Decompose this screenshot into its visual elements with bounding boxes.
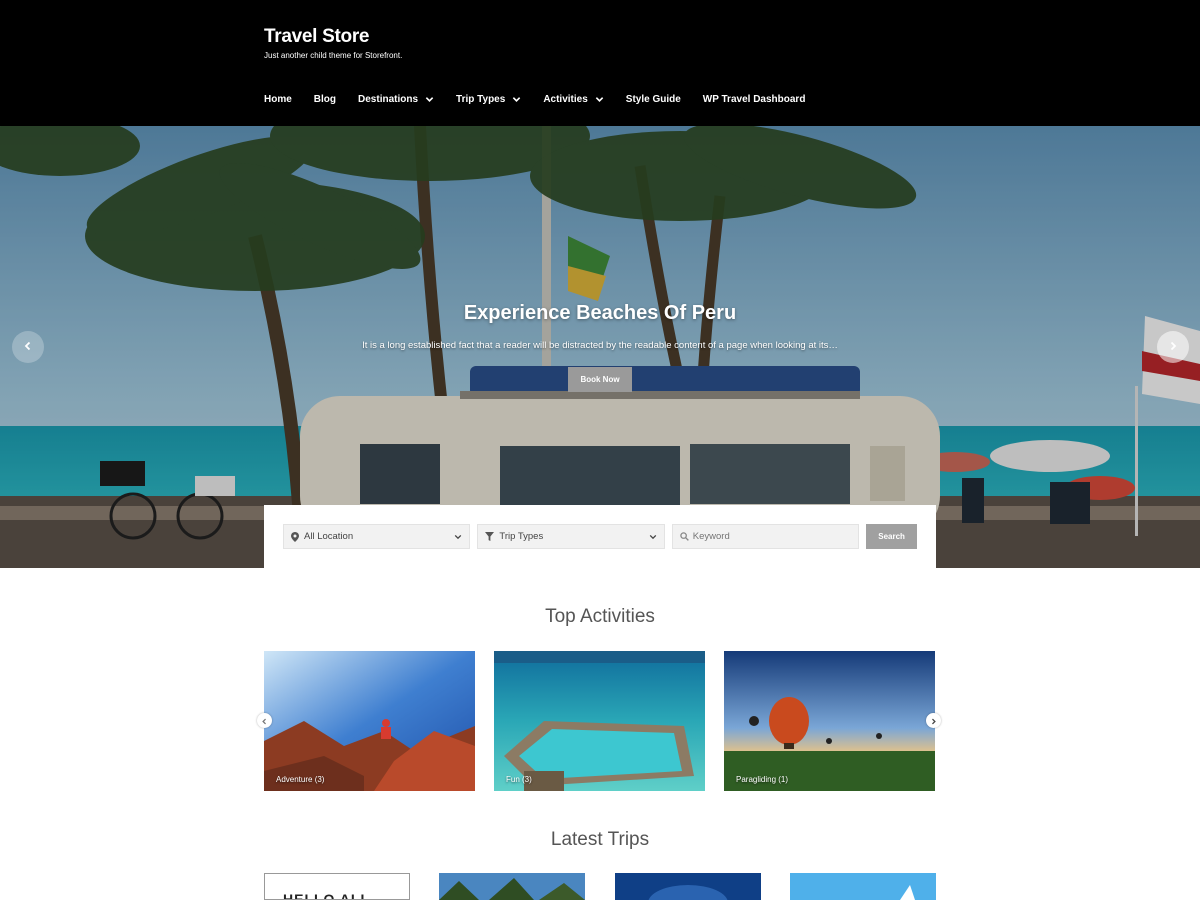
book-now-button[interactable]: Book Now [568,367,632,392]
chevron-left-icon [261,712,268,730]
trip-types-select[interactable]: Trip Types [477,524,665,549]
activity-image [494,651,705,791]
nav-label: Activities [543,94,588,105]
nav-item-home[interactable]: Home [264,94,292,105]
location-select[interactable]: All Location [283,524,471,549]
activity-label: Adventure (3) [276,775,325,784]
activity-label: Fun (3) [506,775,532,784]
activity-image [264,651,475,791]
keyword-input[interactable] [692,531,843,542]
nav-label: Home [264,94,292,105]
chevron-down-icon [425,95,434,104]
hero-title: Experience Beaches Of Peru [463,302,737,324]
hero-excerpt: It is a long established fact that a rea… [362,340,838,351]
activities-prev-button[interactable] [257,713,272,728]
top-activities-title: Top Activities [545,606,655,627]
activities-next-button[interactable] [926,713,941,728]
trip-image [439,873,585,900]
keyword-field [671,524,860,549]
activity-image [724,651,935,791]
filter-icon [485,532,495,541]
nav-item-activities[interactable]: Activities [543,94,604,105]
nav-item-style-guide[interactable]: Style Guide [626,94,681,105]
trip-types-select-value: Trip Types [499,531,544,542]
search-button[interactable]: Search [866,524,917,549]
nav-item-destinations[interactable]: Destinations [358,94,434,105]
nav-label: Style Guide [625,94,681,105]
chevron-down-icon [649,533,657,541]
trip-card[interactable]: HELLO ALL [264,873,410,900]
nav-label: Trip Types [456,94,506,105]
nav-label: Blog [313,94,337,105]
location-select-value: All Location [304,531,354,542]
activity-card-paragliding[interactable]: Paragliding (1) [724,651,935,791]
activity-label: Paragliding (1) [736,775,789,784]
trip-card[interactable] [439,873,585,900]
chevron-down-icon [512,95,521,104]
site-tagline: Just another child theme for Storefront. [264,51,403,60]
site-header: Travel Store Just another child theme fo… [0,0,1200,126]
trip-card-text: HELLO ALL [283,891,371,900]
nav-label: Destinations [358,94,419,105]
activity-card-adventure[interactable]: Adventure (3) [264,651,475,791]
trip-image [790,873,936,900]
activity-card-fun[interactable]: Fun (3) [494,651,705,791]
trip-card[interactable] [790,873,936,900]
main-nav: Home Blog Destinations Trip Types Activi… [264,94,827,105]
nav-item-blog[interactable]: Blog [314,94,336,105]
site-title[interactable]: Travel Store [264,26,369,48]
map-pin-icon [291,531,299,542]
hero-slider: Experience Beaches Of Peru It is a long … [0,126,1200,568]
chevron-down-icon [454,533,462,541]
latest-trips-title: Latest Trips [550,829,650,850]
chevron-down-icon [595,95,604,104]
nav-label: WP Travel Dashboard [702,94,806,105]
chevron-right-icon [930,712,937,730]
trip-image [615,873,761,900]
nav-item-wp-travel-dashboard[interactable]: WP Travel Dashboard [703,94,806,105]
trip-search-form: All Location Trip Types Search [264,505,936,568]
nav-item-trip-types[interactable]: Trip Types [456,94,521,105]
trip-card[interactable] [615,873,761,900]
search-icon [680,532,689,541]
